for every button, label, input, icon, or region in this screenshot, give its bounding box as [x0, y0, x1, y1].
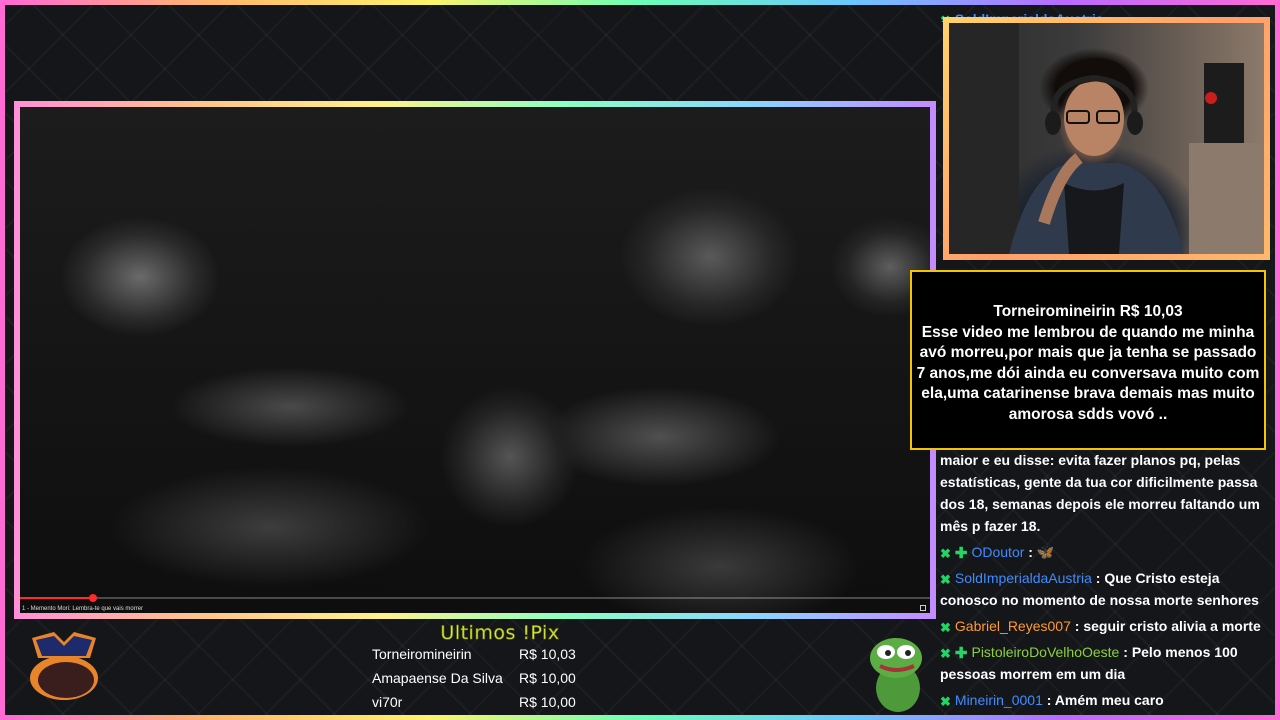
plus-badge-icon: ✚ — [954, 545, 968, 562]
pix-amount: R$ 10,03 — [519, 646, 576, 662]
video-scrubber-handle[interactable] — [88, 594, 97, 602]
chat-username[interactable]: ODoutor — [971, 544, 1024, 560]
video-frame: 1 - Memento Mori: Lembra-te que vais mor… — [14, 101, 936, 619]
plus-badge-icon: ✚ — [954, 645, 968, 662]
streamer-figure — [949, 23, 1264, 254]
chat-message: ✖ ✚ ODoutor : 🦋 — [940, 544, 1055, 562]
pix-amount: R$ 10,00 — [519, 670, 576, 686]
chat-text: 🦋 — [1036, 544, 1055, 560]
chat-username[interactable]: PistoleiroDoVelhoOeste — [971, 644, 1119, 660]
chat-message: ✖ ✚ PistoleiroDoVelhoOeste : Pelo menos 10… — [940, 644, 1238, 682]
chat-message: ✖ Mineirin_0001 : Amém meu caro — [940, 692, 1164, 709]
chat-badge-icon: ✖ — [940, 646, 951, 661]
chat-badge-icon: ✖ — [940, 620, 951, 635]
pix-donor-name: Torneiromineirin — [372, 646, 472, 662]
chat-message: ✖ SoldImperialdaAustria : Que Cristo este… — [940, 570, 1259, 608]
webcam-feed — [949, 23, 1264, 254]
pix-donor-name: Amapaense Da Silva — [372, 670, 503, 686]
chat-username[interactable]: Mineirin_0001 — [955, 692, 1043, 708]
donation-header: Torneiromineirin R$ 10,03 — [993, 303, 1183, 320]
pix-donor-name: vi70r — [372, 694, 403, 710]
chat-badge-icon: ✖ — [940, 694, 951, 709]
chat-text: Amém meu caro — [1054, 692, 1164, 708]
webcam-frame — [943, 17, 1270, 260]
chat-badge-icon: ✖ — [940, 572, 951, 587]
mascot-icon — [30, 632, 98, 700]
pepe-frog-icon — [870, 638, 922, 712]
video-title: 1 - Memento Mori: Lembra-te que vais mor… — [22, 606, 144, 612]
video-progress-fill — [20, 597, 93, 599]
chat-username[interactable]: Gabriel_Reyes007 — [955, 618, 1071, 634]
donation-alert: Torneiromineirin R$ 10,03 Esse video me … — [910, 270, 1266, 450]
video-progress-bar[interactable] — [20, 594, 930, 602]
video-player[interactable]: 1 - Memento Mori: Lembra-te que vais mor… — [20, 107, 930, 613]
fullscreen-icon[interactable] — [920, 605, 926, 611]
chat-badge-icon: ✖ — [940, 546, 951, 561]
pix-title: Ultimos !Pix — [440, 622, 560, 645]
pix-amount: R$ 10,00 — [519, 694, 576, 710]
donation-message: Esse video me lembrou de quando me minha… — [916, 323, 1260, 423]
chat-text: seguir cristo alivia a morte — [1083, 618, 1261, 634]
chat-message: ✖ Gabriel_Reyes007 : seguir cristo alivia… — [940, 618, 1261, 635]
chat-username[interactable]: SoldImperialdaAustria — [955, 570, 1092, 586]
chat-message-partial: maior e eu disse: evita fazer planos pq,… — [940, 452, 1260, 534]
